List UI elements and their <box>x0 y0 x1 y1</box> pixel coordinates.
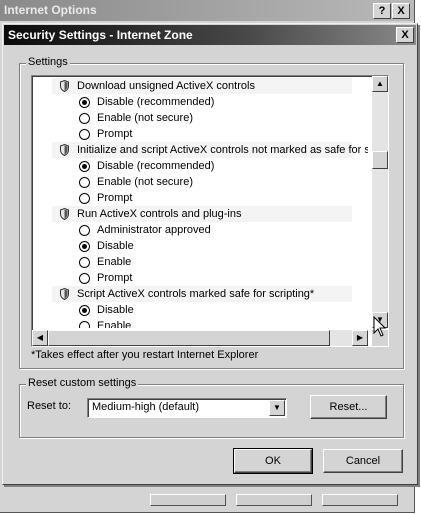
settings-list: Download unsigned ActiveX controls Disabl… <box>32 76 368 328</box>
radio-button[interactable] <box>79 321 90 328</box>
shield-icon <box>60 143 69 157</box>
setting-option[interactable]: Enable (not secure) <box>52 110 193 126</box>
setting-option-label: Enable (not secure) <box>97 112 193 124</box>
setting-option[interactable]: Disable <box>52 238 172 254</box>
help-button[interactable]: ? <box>373 3 391 19</box>
close-button[interactable]: X <box>396 27 414 43</box>
radio-button[interactable] <box>79 193 90 204</box>
radio-button[interactable] <box>79 241 90 252</box>
setting-option[interactable]: Prompt <box>52 126 172 142</box>
setting-option[interactable]: Disable <box>52 302 172 318</box>
setting-option-label: Prompt <box>97 272 133 284</box>
internet-options-titlebar: Internet Options ? X <box>0 0 414 21</box>
setting-option[interactable]: Disable (recommended) <box>52 94 214 110</box>
setting-option[interactable]: Enable <box>52 318 172 328</box>
setting-option-label: Administrator approved <box>97 224 211 236</box>
mouse-cursor-icon <box>373 316 387 337</box>
dialog-titlebar: Security Settings - Internet Zone X <box>4 25 416 45</box>
arrow-right-icon[interactable]: ▶ <box>352 330 368 346</box>
setting-option-label: Disable (recommended) <box>97 160 215 172</box>
setting-header: Download unsigned ActiveX controls <box>52 78 352 94</box>
cancel-button[interactable]: Cancel <box>323 449 403 473</box>
reset-to-label: Reset to: <box>27 400 72 412</box>
shield-icon <box>60 207 69 221</box>
reset-level-select[interactable]: Medium-high (default) ▼ <box>87 398 287 418</box>
shield-icon <box>60 287 69 301</box>
radio-button[interactable] <box>79 273 90 284</box>
setting-option-label: Enable <box>97 256 132 268</box>
vertical-scroll-thumb[interactable] <box>372 151 388 169</box>
horizontal-scroll-thumb[interactable] <box>48 330 330 346</box>
setting-header: Initialize and script ActiveX controls n… <box>52 142 368 158</box>
radio-button[interactable] <box>79 257 90 268</box>
setting-option[interactable]: Disable (recommended) <box>52 158 214 174</box>
reset-level-value: Medium-high (default) <box>92 401 199 413</box>
radio-button[interactable] <box>79 161 90 172</box>
setting-option[interactable]: Administrator approved <box>52 222 211 238</box>
setting-header-label: Initialize and script ActiveX controls n… <box>77 144 368 156</box>
setting-option-label: Disable <box>97 304 134 316</box>
chevron-down-icon[interactable]: ▼ <box>269 400 285 416</box>
setting-option-label: Enable (not secure) <box>97 176 193 188</box>
radio-button[interactable] <box>79 113 90 124</box>
restart-note: *Takes effect after you restart Internet… <box>31 349 259 361</box>
setting-option[interactable]: Prompt <box>52 190 172 206</box>
reset-group-label: Reset custom settings <box>26 377 139 389</box>
parent-close-button[interactable]: X <box>392 3 410 19</box>
setting-header-label: Script ActiveX controls marked safe for … <box>77 288 315 300</box>
setting-option-label: Enable <box>97 320 132 328</box>
reset-button[interactable]: Reset... <box>310 395 387 419</box>
radio-button[interactable] <box>79 225 90 236</box>
internet-options-title: Internet Options <box>4 3 97 17</box>
horizontal-scrollbar[interactable]: ◀ ▶ <box>32 330 368 346</box>
settings-listbox[interactable]: Download unsigned ActiveX controls Disabl… <box>31 75 389 347</box>
radio-button[interactable] <box>79 97 90 108</box>
setting-option[interactable]: Enable <box>52 254 172 270</box>
setting-option-label: Prompt <box>97 128 133 140</box>
radio-button[interactable] <box>79 129 90 140</box>
setting-option-label: Disable <box>97 240 134 252</box>
setting-header: Script ActiveX controls marked safe for … <box>52 286 352 302</box>
ok-button[interactable]: OK <box>233 448 313 474</box>
vertical-scrollbar[interactable]: ▲ ▼ <box>372 76 388 328</box>
setting-option[interactable]: Enable (not secure) <box>52 174 193 190</box>
settings-group-label: Settings <box>26 56 70 68</box>
radio-button[interactable] <box>79 177 90 188</box>
arrow-left-icon[interactable]: ◀ <box>32 330 48 346</box>
setting-header: Run ActiveX controls and plug-ins <box>52 206 352 222</box>
setting-option[interactable]: Prompt <box>52 270 172 286</box>
dialog-title: Security Settings - Internet Zone <box>8 28 193 42</box>
setting-header-label: Download unsigned ActiveX controls <box>77 80 255 92</box>
setting-option-label: Prompt <box>97 192 133 204</box>
setting-option-label: Disable (recommended) <box>97 96 215 108</box>
parent-buttons-obscured <box>150 494 412 506</box>
radio-button[interactable] <box>79 305 90 316</box>
shield-icon <box>60 79 69 93</box>
setting-header-label: Run ActiveX controls and plug-ins <box>77 208 242 220</box>
arrow-up-icon[interactable]: ▲ <box>372 76 388 92</box>
